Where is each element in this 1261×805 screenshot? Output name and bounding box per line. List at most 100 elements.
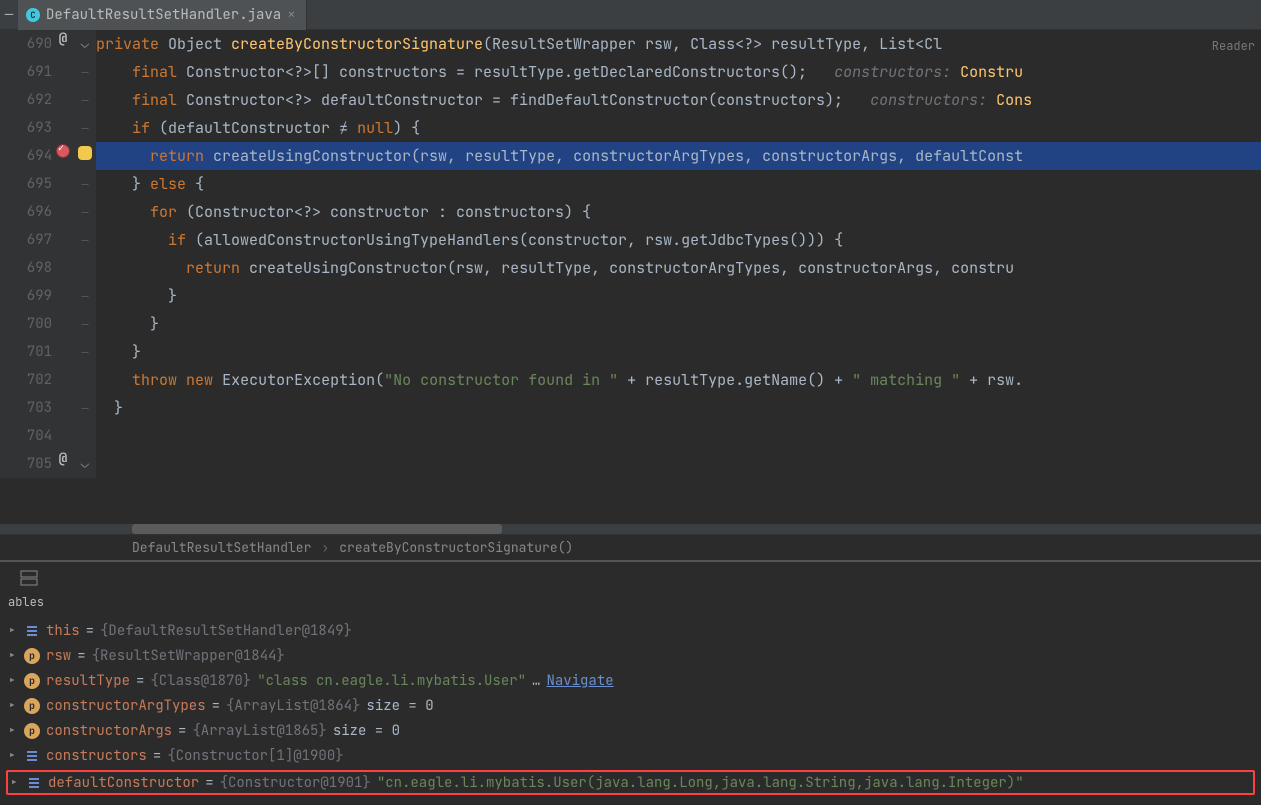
override-annotation-icon[interactable]: @: [59, 450, 67, 468]
expand-arrow-icon[interactable]: ▸: [8, 647, 18, 665]
navigate-link[interactable]: Navigate: [546, 672, 613, 690]
fold-gutter[interactable]: ⎯: [74, 170, 96, 198]
variable-row[interactable]: ▸presultType = {Class@1870} "class cn.ea…: [0, 668, 1261, 693]
gutter-mark[interactable]: [52, 282, 74, 310]
gutter-mark[interactable]: [52, 366, 74, 394]
gutter-mark[interactable]: [52, 142, 74, 170]
gutter-mark[interactable]: [52, 198, 74, 226]
line-number[interactable]: 703: [0, 394, 52, 422]
gutter-mark[interactable]: [52, 338, 74, 366]
fold-gutter[interactable]: [74, 422, 96, 450]
fold-gutter[interactable]: ⎯: [74, 338, 96, 366]
close-tab-icon[interactable]: ×: [287, 6, 295, 24]
breakpoint-icon[interactable]: [57, 145, 69, 157]
expand-arrow-icon[interactable]: ▸: [10, 774, 20, 792]
fold-gutter[interactable]: ⌄: [74, 450, 96, 478]
fold-toggle-icon[interactable]: ⌄: [81, 35, 89, 53]
gutter-mark[interactable]: [52, 226, 74, 254]
variable-name: this: [46, 622, 80, 640]
line-number[interactable]: 692: [0, 86, 52, 114]
line-number[interactable]: 693: [0, 114, 52, 142]
line-number[interactable]: 694: [0, 142, 52, 170]
code-line[interactable]: [96, 450, 1261, 478]
line-number[interactable]: 702: [0, 366, 52, 394]
code-line[interactable]: throw new ExecutorException("No construc…: [96, 366, 1261, 394]
expand-arrow-icon[interactable]: ▸: [8, 622, 18, 640]
breadcrumb-method[interactable]: createByConstructorSignature(): [339, 539, 573, 556]
variable-row[interactable]: ▸pconstructorArgTypes = {ArrayList@1864}…: [0, 693, 1261, 718]
fold-gutter[interactable]: ⎯: [74, 58, 96, 86]
code-table: 690 @ ⌄ private Object createByConstructorS…: [0, 30, 1261, 478]
code-line[interactable]: }: [96, 282, 1261, 310]
gutter-mark[interactable]: [52, 310, 74, 338]
code-line[interactable]: if (allowedConstructorUsingTypeHandlers(…: [96, 226, 1261, 254]
fold-toggle-icon[interactable]: ⌄: [81, 455, 89, 473]
variable-type: {ResultSetWrapper@1844}: [92, 647, 285, 665]
gutter-mark[interactable]: [52, 114, 74, 142]
variable-row[interactable]: ▸constructors = {Constructor[1]@1900}: [0, 743, 1261, 768]
fold-gutter[interactable]: [74, 142, 96, 170]
fold-gutter[interactable]: ⌄: [74, 30, 96, 58]
editor-tab[interactable]: C DefaultResultSetHandler.java ×: [18, 0, 307, 30]
variables-tab-label[interactable]: ables: [0, 594, 1261, 614]
gutter-mark[interactable]: [52, 254, 74, 282]
code-line[interactable]: }: [96, 338, 1261, 366]
line-number[interactable]: 698: [0, 254, 52, 282]
gutter-mark[interactable]: [52, 86, 74, 114]
breadcrumb-bar[interactable]: DefaultResultSetHandler › createByConstr…: [0, 534, 1261, 560]
fold-gutter[interactable]: ⎯: [74, 114, 96, 142]
horizontal-scrollbar-thumb[interactable]: [132, 524, 502, 534]
variable-row[interactable]: ▸pconstructorArgs = {ArrayList@1865} siz…: [0, 718, 1261, 743]
line-number[interactable]: 699: [0, 282, 52, 310]
horizontal-scrollbar[interactable]: [0, 524, 1261, 534]
code-line[interactable]: [96, 422, 1261, 450]
code-line[interactable]: } else {: [96, 170, 1261, 198]
code-line[interactable]: }: [96, 310, 1261, 338]
gutter-mark[interactable]: [52, 422, 74, 450]
line-number[interactable]: 695: [0, 170, 52, 198]
line-number[interactable]: 696: [0, 198, 52, 226]
tabbar-grip-icon[interactable]: —: [0, 0, 18, 29]
debug-layout-icon[interactable]: [20, 569, 38, 587]
gutter-mark[interactable]: @: [52, 30, 74, 58]
variable-row[interactable]: ▸defaultConstructor = {Constructor@1901}…: [6, 770, 1255, 795]
variables-tree[interactable]: ▸this = {DefaultResultSetHandler@1849}▸p…: [0, 614, 1261, 805]
code-line[interactable]: return createUsingConstructor(rsw, resul…: [96, 142, 1261, 170]
line-number[interactable]: 701: [0, 338, 52, 366]
line-number[interactable]: 700: [0, 310, 52, 338]
expand-arrow-icon[interactable]: ▸: [8, 672, 18, 690]
fold-gutter[interactable]: ⎯: [74, 86, 96, 114]
override-annotation-icon[interactable]: @: [59, 30, 67, 48]
fold-gutter[interactable]: ⎯: [74, 394, 96, 422]
line-number[interactable]: 690: [0, 30, 52, 58]
fold-gutter[interactable]: [74, 366, 96, 394]
variable-row[interactable]: ▸this = {DefaultResultSetHandler@1849}: [0, 618, 1261, 643]
code-line[interactable]: private Object createByConstructorSignat…: [96, 30, 1261, 58]
fold-gutter[interactable]: ⎯: [74, 198, 96, 226]
line-number[interactable]: 705: [0, 450, 52, 478]
fold-gutter[interactable]: ⎯: [74, 226, 96, 254]
code-line[interactable]: return createUsingConstructor(rsw, resul…: [96, 254, 1261, 282]
intention-bulb-icon[interactable]: [78, 146, 92, 160]
line-number[interactable]: 704: [0, 422, 52, 450]
code-line[interactable]: }: [96, 394, 1261, 422]
fold-gutter[interactable]: [74, 254, 96, 282]
expand-arrow-icon[interactable]: ▸: [8, 747, 18, 765]
variable-row[interactable]: ▸prsw = {ResultSetWrapper@1844}: [0, 643, 1261, 668]
expand-arrow-icon[interactable]: ▸: [8, 697, 18, 715]
code-line[interactable]: for (Constructor<?> constructor : constr…: [96, 198, 1261, 226]
gutter-mark[interactable]: [52, 394, 74, 422]
code-line[interactable]: final Constructor<?> defaultConstructor …: [96, 86, 1261, 114]
fold-gutter[interactable]: ⎯: [74, 282, 96, 310]
expand-arrow-icon[interactable]: ▸: [8, 722, 18, 740]
gutter-mark[interactable]: [52, 170, 74, 198]
line-number[interactable]: 697: [0, 226, 52, 254]
gutter-mark[interactable]: [52, 58, 74, 86]
code-viewport[interactable]: 690 @ ⌄ private Object createByConstructorS…: [0, 30, 1261, 524]
code-line[interactable]: if (defaultConstructor ≠ null) {: [96, 114, 1261, 142]
breadcrumb-class[interactable]: DefaultResultSetHandler: [132, 539, 311, 556]
gutter-mark[interactable]: @: [52, 450, 74, 478]
line-number[interactable]: 691: [0, 58, 52, 86]
fold-gutter[interactable]: ⎯: [74, 310, 96, 338]
code-line[interactable]: final Constructor<?>[] constructors = re…: [96, 58, 1261, 86]
